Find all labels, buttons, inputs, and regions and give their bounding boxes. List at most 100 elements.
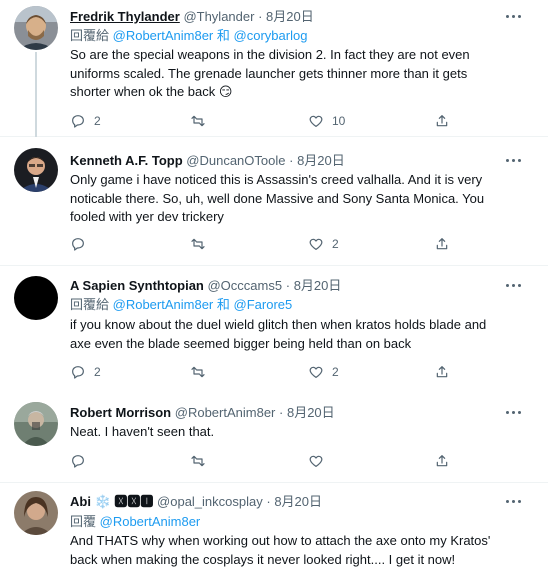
reply-icon	[72, 366, 84, 379]
action-bar: 2 2	[70, 362, 470, 382]
reply-mention[interactable]: @RobertAnim8er	[100, 514, 201, 529]
reply-joiner: 和	[216, 28, 230, 43]
tweet-text: And THATS why when working out how to at…	[70, 533, 491, 567]
action-bar: 2 10	[70, 111, 470, 131]
more-icon[interactable]	[506, 280, 524, 290]
reply-button[interactable]	[70, 451, 94, 471]
reply-icon	[72, 455, 84, 468]
like-icon	[309, 115, 323, 127]
like-count: 2	[332, 365, 339, 379]
retweet-icon	[191, 455, 205, 467]
author-name[interactable]: Fredrik Thylander	[70, 9, 180, 24]
like-count: 10	[332, 114, 346, 128]
author-handle[interactable]: @opal_inkcosplay	[157, 494, 263, 509]
author-name-suffix: 🆇🆇🅸	[114, 494, 154, 509]
tweet-date[interactable]: 8月20日	[294, 278, 342, 293]
more-icon[interactable]	[506, 11, 524, 21]
reply-context: 回覆給 @RobertAnim8er 和 @corybarlog	[70, 27, 307, 44]
share-button[interactable]	[434, 451, 450, 471]
retweet-icon	[191, 366, 205, 378]
more-icon[interactable]	[506, 496, 524, 506]
reply-prefix: 回覆	[70, 514, 97, 529]
reply-prefix: 回覆給	[70, 28, 110, 43]
like-button[interactable]: 10	[308, 111, 345, 131]
retweet-button[interactable]	[190, 451, 214, 471]
share-icon	[436, 238, 448, 250]
reply-button[interactable]	[70, 234, 94, 254]
author-handle[interactable]: @Thylander	[183, 9, 254, 24]
tweet-date[interactable]: 8月20日	[266, 9, 314, 24]
tweet-date[interactable]: 8月20日	[287, 405, 335, 420]
tweet-3[interactable]: A Sapien Synthtopian @Occcams5 · 8月20日 回…	[0, 266, 548, 392]
retweet-icon	[191, 238, 205, 250]
avatar[interactable]	[14, 402, 58, 446]
retweet-button[interactable]	[190, 362, 214, 382]
separator-dot: ·	[279, 405, 284, 420]
share-button[interactable]	[434, 362, 450, 382]
reply-mention[interactable]: @corybarlog	[234, 28, 308, 43]
author-handle[interactable]: @RobertAnim8er	[175, 405, 276, 420]
share-icon	[436, 115, 448, 127]
avatar[interactable]	[14, 276, 58, 320]
reply-mention[interactable]: @RobertAnim8er	[113, 28, 214, 43]
separator-dot: ·	[289, 153, 294, 168]
retweet-button[interactable]	[190, 234, 214, 254]
tweet-5[interactable]: Abi ❄️ 🆇🆇🅸 @opal_inkcosplay · 8月20日 回覆 @…	[0, 483, 548, 567]
tweet-4[interactable]: Robert Morrison @RobertAnim8er · 8月20日 N…	[0, 392, 548, 483]
like-icon	[309, 455, 323, 467]
snowflake-icon: ❄️	[94, 494, 111, 509]
retweet-button[interactable]	[190, 111, 214, 131]
reply-button[interactable]: 2	[70, 362, 101, 382]
author-name[interactable]: Kenneth A.F. Topp	[70, 153, 183, 168]
avatar[interactable]	[14, 6, 58, 50]
like-icon	[309, 238, 323, 250]
tweet-header: Abi ❄️ 🆇🆇🅸 @opal_inkcosplay · 8月20日	[70, 493, 322, 510]
author-name[interactable]: Abi	[70, 494, 91, 509]
separator-dot: ·	[258, 9, 263, 24]
reply-context: 回覆給 @RobertAnim8er 和 @Farore5	[70, 296, 292, 313]
author-name[interactable]: A Sapien Synthtopian	[70, 278, 204, 293]
tweet-1[interactable]: Fredrik Thylander @Thylander · 8月20日 回覆給…	[0, 0, 548, 137]
like-icon	[309, 366, 323, 378]
reply-mention[interactable]: @Farore5	[234, 297, 293, 312]
reply-mention[interactable]: @RobertAnim8er	[113, 297, 214, 312]
share-icon	[436, 366, 448, 378]
tweet-date[interactable]: 8月20日	[274, 494, 322, 509]
tweet-header: Kenneth A.F. Topp @DuncanOToole · 8月20日	[70, 152, 345, 169]
tweet-date[interactable]: 8月20日	[297, 153, 345, 168]
share-icon	[436, 455, 448, 467]
reply-joiner: 和	[216, 297, 230, 312]
tweet-header: Fredrik Thylander @Thylander · 8月20日	[70, 8, 314, 25]
like-button[interactable]	[308, 451, 332, 471]
reply-icon	[72, 115, 84, 128]
separator-dot: ·	[285, 278, 291, 293]
thread-line	[35, 52, 37, 137]
share-button[interactable]	[434, 234, 450, 254]
separator-dot: ·	[266, 494, 271, 509]
avatar[interactable]	[14, 148, 58, 192]
like-button[interactable]: 2	[308, 234, 339, 254]
author-handle[interactable]: @DuncanOToole	[186, 153, 285, 168]
action-bar: 2	[70, 234, 470, 254]
reply-icon	[72, 238, 84, 251]
retweet-icon	[191, 115, 205, 127]
more-icon[interactable]	[506, 155, 524, 165]
more-icon[interactable]	[506, 407, 524, 417]
reply-context: 回覆 @RobertAnim8er	[70, 513, 200, 530]
reply-prefix: 回覆給	[70, 297, 110, 312]
reply-button[interactable]: 2	[70, 111, 101, 131]
tweet-text: Neat. I haven't seen that.	[70, 424, 215, 439]
author-name[interactable]: Robert Morrison	[70, 405, 171, 420]
tweet-text: So are the special weapons in the divisi…	[70, 47, 470, 99]
reply-count: 2	[94, 365, 101, 379]
author-handle[interactable]: @Occcams5	[207, 278, 282, 293]
tweet-header: A Sapien Synthtopian @Occcams5 · 8月20日	[70, 277, 341, 294]
avatar[interactable]	[14, 491, 58, 535]
tweet-text: Only game i have noticed this is Assassi…	[70, 172, 485, 224]
like-count: 2	[332, 237, 339, 251]
tweet-2[interactable]: Kenneth A.F. Topp @DuncanOToole · 8月20日 …	[0, 137, 548, 266]
tweet-header: Robert Morrison @RobertAnim8er · 8月20日	[70, 404, 335, 421]
like-button[interactable]: 2	[308, 362, 339, 382]
share-button[interactable]	[434, 111, 450, 131]
tweet-text: if you know about the duel wield glitch …	[70, 317, 487, 351]
